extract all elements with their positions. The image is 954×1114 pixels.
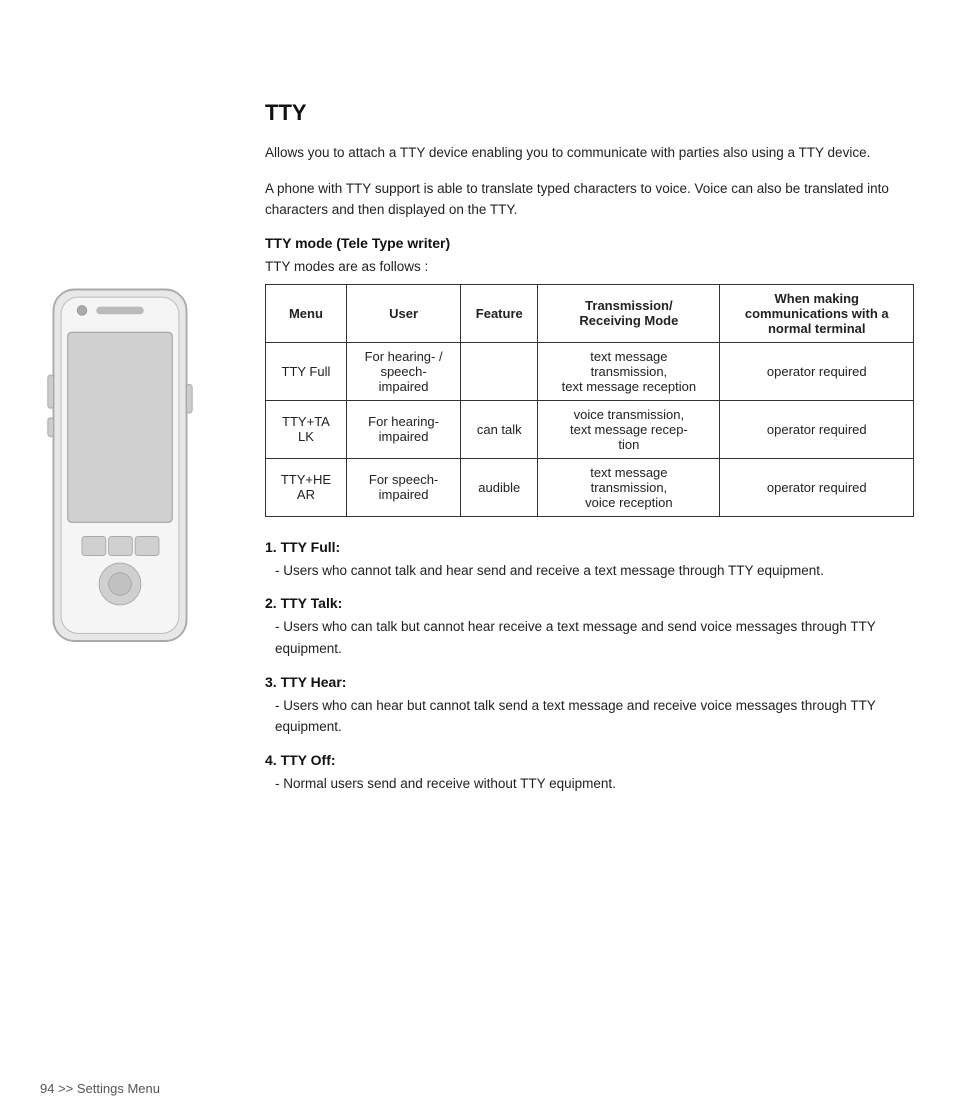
cell-menu-2: TTY+TALK: [266, 400, 347, 458]
col-feature: Feature: [461, 284, 538, 342]
main-content: TTY Allows you to attach a TTY device en…: [265, 100, 914, 1054]
section-1-text: - Users who cannot talk and hear send an…: [265, 560, 914, 582]
section-tty-off: 4. TTY Off: - Normal users send and rece…: [265, 752, 914, 795]
page-number: 94 >> Settings Menu: [40, 1081, 160, 1096]
cell-feature-1: [461, 342, 538, 400]
section-3-heading: 3. TTY Hear:: [265, 674, 914, 690]
section-2-heading: 2. TTY Talk:: [265, 595, 914, 611]
modes-intro: TTY modes are as follows :: [265, 259, 914, 274]
col-user: User: [346, 284, 460, 342]
table-row: TTY Full For hearing- /speech-impaired t…: [266, 342, 914, 400]
cell-menu-3: TTY+HEAR: [266, 458, 347, 516]
section-4-text: - Normal users send and receive without …: [265, 773, 914, 795]
cell-when-3: operator required: [720, 458, 914, 516]
section-4-heading: 4. TTY Off:: [265, 752, 914, 768]
col-when: When makingcommunications with anormal t…: [720, 284, 914, 342]
cell-user-3: For speech-impaired: [346, 458, 460, 516]
cell-feature-3: audible: [461, 458, 538, 516]
cell-when-2: operator required: [720, 400, 914, 458]
phone-illustration: [30, 280, 230, 700]
table-row: TTY+TALK For hearing-impaired can talk v…: [266, 400, 914, 458]
section-1-heading: 1. TTY Full:: [265, 539, 914, 555]
section-tty-talk: 2. TTY Talk: - Users who can talk but ca…: [265, 595, 914, 659]
tty-mode-heading: TTY mode (Tele Type writer): [265, 235, 914, 251]
section-tty-full: 1. TTY Full: - Users who cannot talk and…: [265, 539, 914, 582]
table-row: TTY+HEAR For speech-impaired audible tex…: [266, 458, 914, 516]
cell-when-1: operator required: [720, 342, 914, 400]
section-2-text: - Users who can talk but cannot hear rec…: [265, 616, 914, 659]
cell-menu-1: TTY Full: [266, 342, 347, 400]
cell-feature-2: can talk: [461, 400, 538, 458]
intro-paragraph-1: Allows you to attach a TTY device enabli…: [265, 142, 914, 164]
tty-table: Menu User Feature Transmission/Receiving…: [265, 284, 914, 517]
cell-user-2: For hearing-impaired: [346, 400, 460, 458]
intro-paragraph-2: A phone with TTY support is able to tran…: [265, 178, 914, 221]
cell-transmission-1: text messagetransmission,text message re…: [538, 342, 720, 400]
cell-transmission-2: voice transmission,text message recep-ti…: [538, 400, 720, 458]
footer: 94 >> Settings Menu: [40, 1081, 160, 1096]
page-title: TTY: [265, 100, 914, 126]
section-tty-hear: 3. TTY Hear: - Users who can hear but ca…: [265, 674, 914, 738]
col-transmission: Transmission/Receiving Mode: [538, 284, 720, 342]
section-3-text: - Users who can hear but cannot talk sen…: [265, 695, 914, 738]
col-menu: Menu: [266, 284, 347, 342]
cell-transmission-3: text messagetransmission,voice reception: [538, 458, 720, 516]
cell-user-1: For hearing- /speech-impaired: [346, 342, 460, 400]
